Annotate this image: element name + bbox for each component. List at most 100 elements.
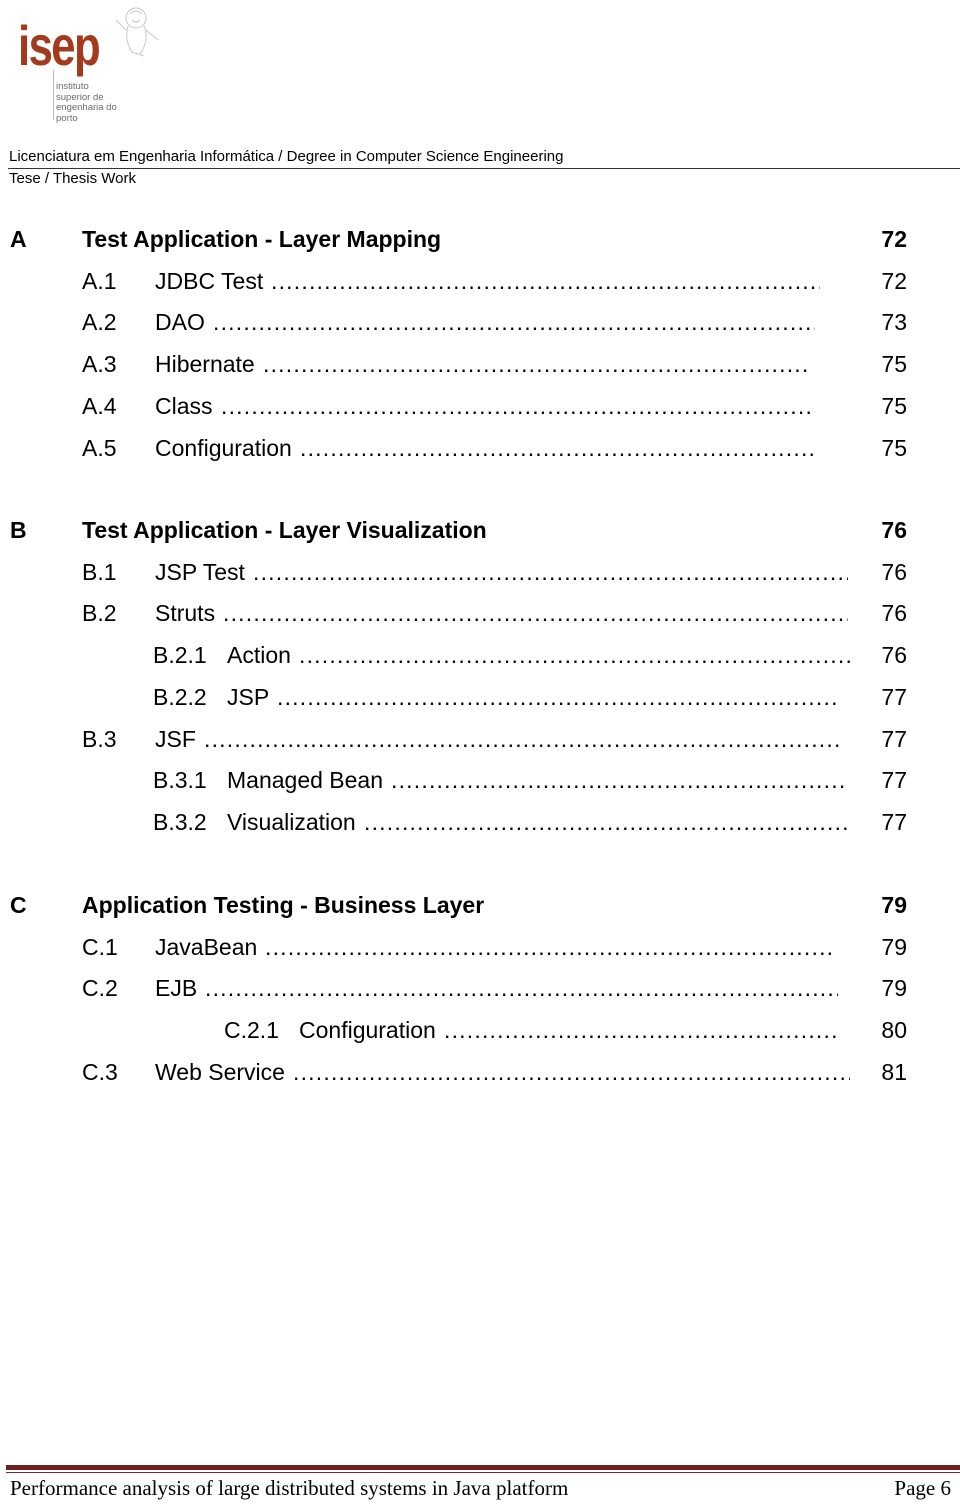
entry-page: 75 xyxy=(881,351,907,378)
footer-page-number: Page 6 xyxy=(894,1476,951,1500)
entry-page: 73 xyxy=(881,309,907,336)
entry-page: 79 xyxy=(881,975,907,1002)
dot-leader: ........................................… xyxy=(391,767,845,794)
dot-leader: ........................................… xyxy=(205,975,838,1002)
chapter-title[interactable]: Test Application - Layer Mapping xyxy=(82,224,441,254)
entry-page: 76 xyxy=(881,600,907,627)
dot-leader: ........................................… xyxy=(444,1017,837,1044)
chapter-title[interactable]: Application Testing - Business Layer xyxy=(82,890,484,920)
logo-wordmark: isep xyxy=(18,14,101,77)
entry-number: B.1 xyxy=(82,558,117,585)
toc-entry-row[interactable]: C.2 EJB..................................… xyxy=(0,973,960,1003)
entry-number: A.1 xyxy=(82,267,117,294)
entry-title[interactable]: JavaBean xyxy=(155,932,257,962)
toc-entry-row[interactable]: C.3 Web Service..........................… xyxy=(0,1057,960,1087)
logo-subtitle-line: instituto xyxy=(56,81,89,92)
dot-leader: ........................................… xyxy=(277,683,838,710)
toc-entry-row[interactable]: B.1 JSP Test.............................… xyxy=(0,557,960,587)
entry-number: C.1 xyxy=(82,933,118,960)
entry-title[interactable]: JSP xyxy=(227,682,269,712)
entry-title[interactable]: Class xyxy=(155,391,213,421)
toc-entry-row[interactable]: B.2 Struts...............................… xyxy=(0,598,960,628)
logo-subtitle: instituto superior de engenharia do port… xyxy=(56,81,117,124)
entry-page: 77 xyxy=(881,725,907,752)
toc-entry-row[interactable]: A.2 DAO..................................… xyxy=(0,307,960,337)
toc-entry-row[interactable]: A.1 JDBC Test............................… xyxy=(0,266,960,296)
entry-title[interactable]: Hibernate xyxy=(155,349,255,379)
entry-title[interactable]: Web Service xyxy=(155,1057,285,1087)
toc-entry-row[interactable]: A.5 Configuration........................… xyxy=(0,433,960,463)
entry-number: B.3.2 xyxy=(153,808,207,835)
chapter-letter: B xyxy=(10,517,27,543)
entry-title[interactable]: JDBC Test xyxy=(155,266,263,296)
toc-entry-row[interactable]: A.4 Class................................… xyxy=(0,391,960,421)
entry-number: C.3 xyxy=(82,1058,118,1085)
entry-title[interactable]: Action xyxy=(227,640,291,670)
entry-number: A.3 xyxy=(82,351,117,378)
chapter-letter: A xyxy=(10,226,27,252)
entry-title[interactable]: Managed Bean xyxy=(227,765,383,795)
toc-entry-row[interactable]: B.3 JSF..................................… xyxy=(0,724,960,754)
toc-entry-row[interactable]: C.1 JavaBean.............................… xyxy=(0,932,960,962)
entry-number: A.5 xyxy=(82,434,117,461)
toc-chapter-row[interactable]: A Test Application - Layer Mapping 72 xyxy=(0,224,960,254)
chapter-page: 76 xyxy=(881,517,907,543)
entry-number: C.2 xyxy=(82,975,118,1002)
toc-entry-row[interactable]: B.2.2 JSP................................… xyxy=(0,682,960,712)
dot-leader: ........................................… xyxy=(293,1058,850,1085)
dot-leader: ........................................… xyxy=(221,392,813,419)
dot-leader: ........................................… xyxy=(364,808,850,835)
chapter-page: 72 xyxy=(881,226,907,252)
entry-number: B.3.1 xyxy=(153,767,207,794)
toc-entry-row[interactable]: B.3.1 Managed Bean.......................… xyxy=(0,765,960,795)
chapter-title[interactable]: Test Application - Layer Visualization xyxy=(82,515,487,545)
dot-leader: ........................................… xyxy=(213,309,815,336)
toc-chapter-row[interactable]: C Application Testing - Business Layer 79 xyxy=(0,890,960,920)
entry-title[interactable]: Configuration xyxy=(155,433,292,463)
entry-page: 75 xyxy=(881,392,907,419)
header-thesis: Tese / Thesis Work xyxy=(9,170,136,187)
entry-number: B.2.1 xyxy=(153,642,207,669)
toc-entry-row[interactable]: B.2.1 Action.............................… xyxy=(0,640,960,670)
entry-page: 81 xyxy=(881,1058,907,1085)
entry-page: 75 xyxy=(881,434,907,461)
emblem-icon xyxy=(115,7,159,57)
entry-title[interactable]: Visualization xyxy=(227,807,356,837)
entry-page: 76 xyxy=(881,558,907,585)
toc-entry-row[interactable]: C.2.1 Configuration......................… xyxy=(0,1015,960,1045)
entry-title[interactable]: Configuration xyxy=(299,1015,436,1045)
dot-leader: ........................................… xyxy=(223,600,848,627)
entry-page: 77 xyxy=(881,808,907,835)
footer-divider-thick xyxy=(6,1465,960,1470)
dot-leader: ........................................… xyxy=(265,933,832,960)
toc-entry-row[interactable]: A.3 Hibernate............................… xyxy=(0,349,960,379)
dot-leader: ........................................… xyxy=(271,267,820,294)
entry-page: 80 xyxy=(881,1017,907,1044)
header-degree: Licenciatura em Engenharia Informática /… xyxy=(9,148,564,165)
entry-title[interactable]: EJB xyxy=(155,973,197,1003)
entry-title[interactable]: DAO xyxy=(155,307,205,337)
dot-leader: ........................................… xyxy=(300,434,813,461)
toc-chapter-row[interactable]: B Test Application - Layer Visualization 7… xyxy=(0,515,960,545)
footer-title: Performance analysis of large distribute… xyxy=(10,1476,569,1500)
footer-divider-thin xyxy=(6,1472,960,1473)
dot-leader: ........................................… xyxy=(253,558,848,585)
isep-logo: isep instituto superior de engenharia do… xyxy=(14,0,164,130)
dot-leader: ........................................… xyxy=(263,351,810,378)
entry-page: 77 xyxy=(881,683,907,710)
entry-number: A.4 xyxy=(82,392,117,419)
entry-page: 79 xyxy=(881,933,907,960)
entry-title[interactable]: JSF xyxy=(155,724,196,754)
entry-title[interactable]: Struts xyxy=(155,598,215,628)
entry-page: 77 xyxy=(881,767,907,794)
entry-number: B.2.2 xyxy=(153,683,207,710)
entry-title[interactable]: JSP Test xyxy=(155,557,245,587)
dot-leader: ........................................… xyxy=(204,725,840,752)
header-divider xyxy=(8,168,960,169)
logo-subtitle-line: engenharia do xyxy=(56,102,117,113)
logo-divider xyxy=(53,70,54,120)
entry-page: 72 xyxy=(881,267,907,294)
dot-leader: ........................................… xyxy=(299,642,851,669)
toc-entry-row[interactable]: B.3.2 Visualization......................… xyxy=(0,807,960,837)
logo-subtitle-line: porto xyxy=(56,112,78,124)
